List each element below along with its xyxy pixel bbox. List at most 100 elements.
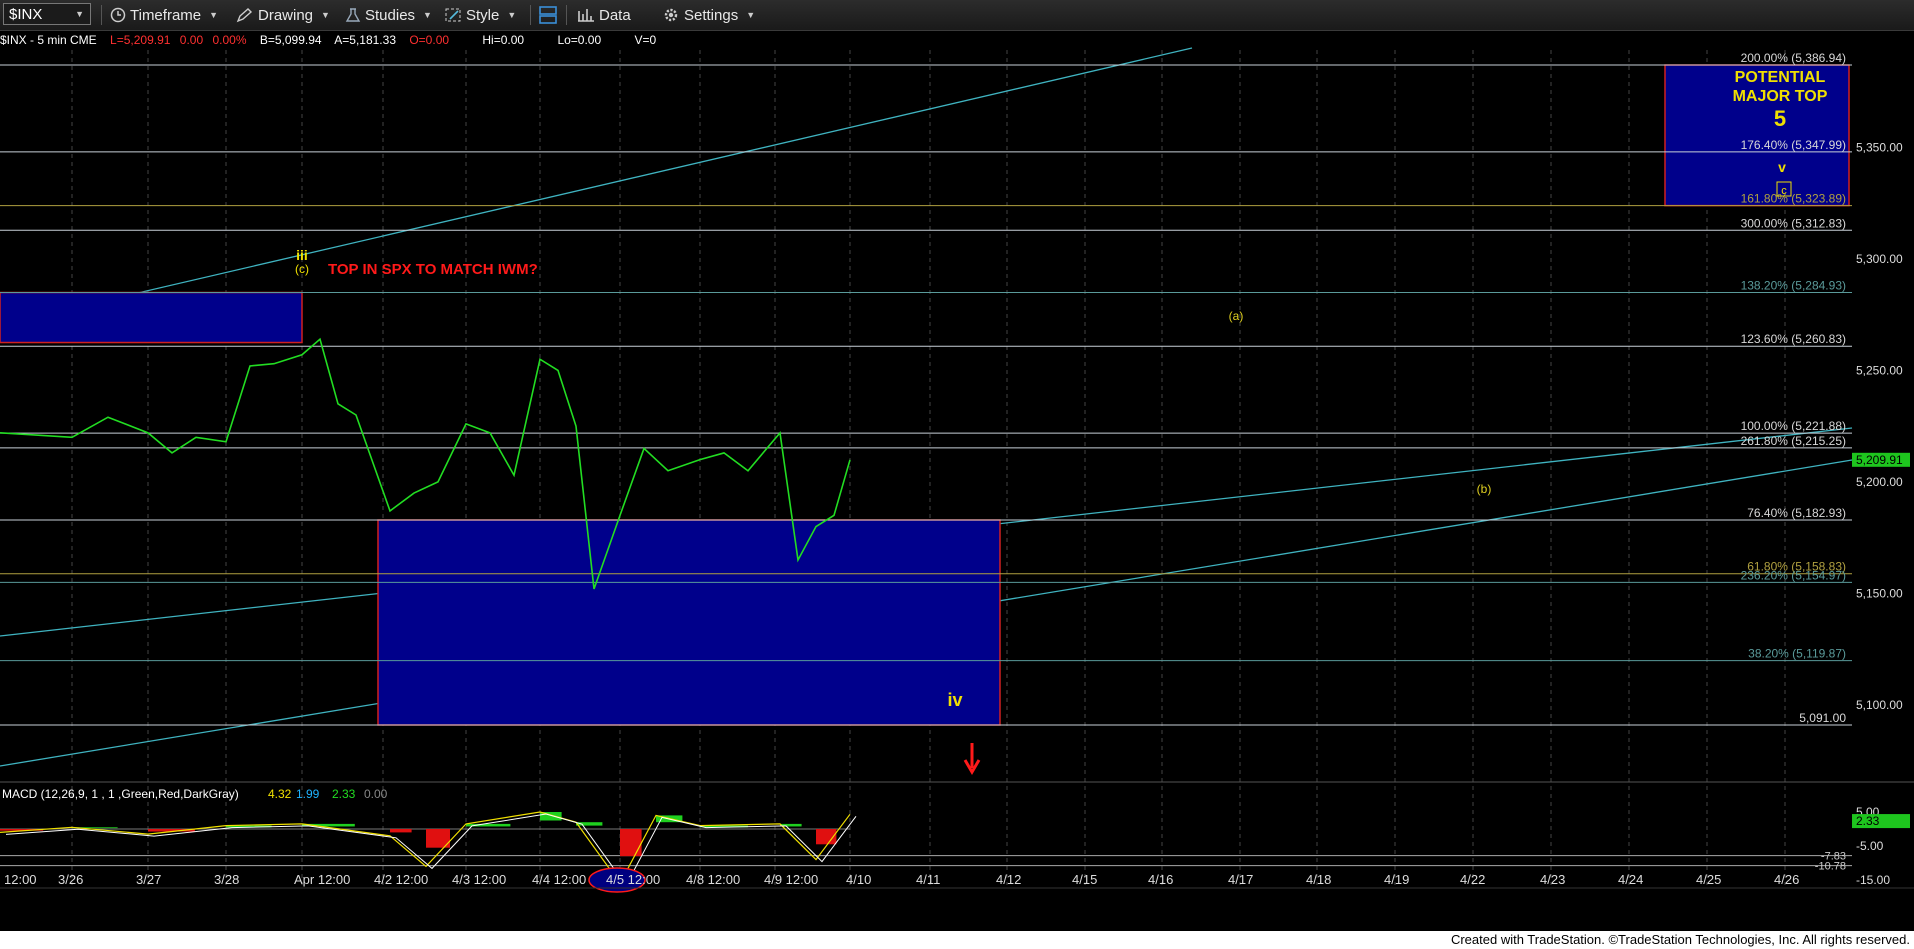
x-tick-label: 3/27 bbox=[136, 872, 161, 887]
major-top-label: MAJOR TOP bbox=[1733, 88, 1828, 105]
x-tick-label: 4/12 bbox=[996, 872, 1021, 887]
toolbar-divider bbox=[101, 5, 102, 25]
x-tick-label: 4/2 12:00 bbox=[374, 872, 428, 887]
fib-label: 161.80% (5,323.89) bbox=[1741, 192, 1846, 206]
macd-ref-label: -10.78 bbox=[1815, 861, 1846, 873]
y-tick-label: 5,300.00 bbox=[1856, 252, 1903, 266]
clock-icon bbox=[110, 7, 126, 23]
wave-v-label: v bbox=[1778, 159, 1786, 175]
y-tick-label: 5,250.00 bbox=[1856, 363, 1903, 377]
down-arrow-icon bbox=[963, 743, 981, 775]
macd-signal-value: 1.99 bbox=[296, 787, 320, 801]
chevron-down-icon: ▼ bbox=[209, 10, 219, 20]
macd-axis-label: -5.00 bbox=[1856, 839, 1884, 853]
timeframe-button[interactable]: Timeframe ▼ bbox=[110, 4, 218, 26]
macd-zero-value: 0.00 bbox=[364, 787, 388, 801]
wave-iii-label: iii bbox=[296, 247, 308, 263]
macd-value: 4.32 bbox=[268, 787, 292, 801]
x-tick-label: 4/8 12:00 bbox=[686, 872, 740, 887]
fib-label: 200.00% (5,386.94) bbox=[1741, 51, 1846, 65]
potential-top-label: POTENTIAL bbox=[1735, 69, 1826, 86]
toolbar-divider bbox=[566, 5, 567, 25]
layout-icon bbox=[539, 6, 557, 24]
data-button[interactable]: Data bbox=[577, 4, 631, 26]
macd-label: MACD (12,26,9, 1 , 1 ,Green,Red,DarkGray… bbox=[2, 787, 239, 801]
chevron-down-icon: ▼ bbox=[321, 10, 330, 20]
symbol-text: $INX bbox=[9, 5, 43, 23]
x-tick-label: 4/9 12:00 bbox=[764, 872, 818, 887]
x-tick-label: 4/26 bbox=[1774, 872, 1799, 887]
zone-wave-iii bbox=[0, 291, 303, 344]
x-tick-label: 4/17 bbox=[1228, 872, 1253, 887]
wave-a-label: (a) bbox=[1229, 309, 1244, 323]
macd-hist-value: 2.33 bbox=[332, 787, 356, 801]
y-tick-label: 5,150.00 bbox=[1856, 586, 1903, 600]
pencil-icon bbox=[236, 8, 253, 23]
x-tick-label: 4/16 bbox=[1148, 872, 1173, 887]
price-chart[interactable]: 200.00% (5,386.94) 176.40% (5,347.99) 161.… bbox=[0, 30, 1914, 930]
drawing-label: Drawing bbox=[258, 6, 314, 24]
y-tick-label: 5,200.00 bbox=[1856, 475, 1903, 489]
macd-current-label: 2.33 bbox=[1856, 814, 1880, 828]
wave-b-label: (b) bbox=[1477, 482, 1492, 496]
fib-label: 236.20% (5,154.97) bbox=[1741, 568, 1846, 582]
y-tick-label: 5,100.00 bbox=[1856, 698, 1903, 712]
data-label: Data bbox=[599, 6, 631, 24]
x-tick-label: 4/25 bbox=[1696, 872, 1721, 887]
chevron-down-icon: ▼ bbox=[507, 10, 517, 20]
x-tick-label: Apr 12:00 bbox=[294, 872, 350, 887]
x-tick-label: 4/10 bbox=[846, 872, 871, 887]
x-tick-label: 4/3 12:00 bbox=[452, 872, 506, 887]
macd-histogram-bar bbox=[620, 829, 642, 857]
macd-axis-label: -15.00 bbox=[1856, 873, 1890, 887]
fib-label: 261.80% (5,215.25) bbox=[1741, 434, 1846, 448]
gear-icon bbox=[664, 8, 678, 22]
symbol-dropdown-icon[interactable]: ▼ bbox=[75, 9, 84, 19]
timeframe-label: Timeframe bbox=[130, 6, 202, 24]
fib-label: 100.00% (5,221.88) bbox=[1741, 419, 1846, 433]
y-tick-label: 5,350.00 bbox=[1856, 140, 1903, 154]
fib-label: 76.40% (5,182.93) bbox=[1747, 506, 1846, 520]
x-tick-label: 4/4 12:00 bbox=[532, 872, 586, 887]
chevron-down-icon: ▼ bbox=[746, 10, 756, 20]
x-tick-label: 12:00 bbox=[4, 872, 37, 887]
zone-major-top bbox=[1664, 64, 1850, 207]
fib-label: 138.20% (5,284.93) bbox=[1741, 279, 1846, 293]
wave-iv-label: iv bbox=[947, 690, 962, 710]
footer-credit: Created with TradeStation. ©TradeStation… bbox=[0, 931, 1914, 949]
fib-label: 5,091.00 bbox=[1799, 711, 1846, 725]
x-tick-label: 4/19 bbox=[1384, 872, 1409, 887]
x-tick-label: 4/24 bbox=[1618, 872, 1643, 887]
fib-label: 176.40% (5,347.99) bbox=[1741, 138, 1846, 152]
x-tick-label: 4/11 bbox=[916, 872, 940, 887]
trend-line bbox=[0, 47, 1193, 326]
question-annotation: TOP IN SPX TO MATCH IWM? bbox=[328, 261, 538, 278]
x-tick-label: 4/23 bbox=[1540, 872, 1565, 887]
last-price-label: 5,209.91 bbox=[1856, 453, 1903, 467]
fib-label: 38.20% (5,119.87) bbox=[1748, 647, 1846, 661]
style-button[interactable]: Style ▼ bbox=[444, 4, 516, 26]
zone-wave-iv bbox=[377, 519, 1001, 726]
studies-button[interactable]: Studies ▼ bbox=[345, 4, 432, 26]
layout-button[interactable] bbox=[538, 4, 562, 26]
wave-c-label: (c) bbox=[295, 262, 309, 276]
style-label: Style bbox=[466, 6, 500, 24]
flask-icon bbox=[345, 8, 361, 22]
x-tick-label: 4/15 bbox=[1072, 872, 1097, 887]
fib-label: 123.60% (5,260.83) bbox=[1741, 332, 1846, 346]
symbol-input[interactable]: $INX ▼ bbox=[3, 3, 91, 25]
settings-button[interactable]: Settings ▼ bbox=[662, 4, 755, 26]
macd-histogram-bar bbox=[390, 829, 412, 833]
studies-label: Studies bbox=[365, 6, 416, 24]
bar-chart-icon bbox=[578, 9, 594, 22]
x-tick-label: 3/28 bbox=[214, 872, 239, 887]
toolbar-divider bbox=[530, 5, 531, 25]
x-tick-label: 4/18 bbox=[1306, 872, 1331, 887]
wave-5-label: 5 bbox=[1774, 106, 1786, 131]
drawing-button[interactable]: Drawing ▼ bbox=[236, 4, 330, 26]
wave-c-box-label: c bbox=[1781, 185, 1787, 197]
x-tick-label: 3/26 bbox=[58, 872, 83, 887]
x-tick-label: 4/5 12:00 bbox=[606, 872, 660, 887]
style-icon bbox=[445, 8, 461, 22]
chevron-down-icon: ▼ bbox=[423, 10, 432, 20]
